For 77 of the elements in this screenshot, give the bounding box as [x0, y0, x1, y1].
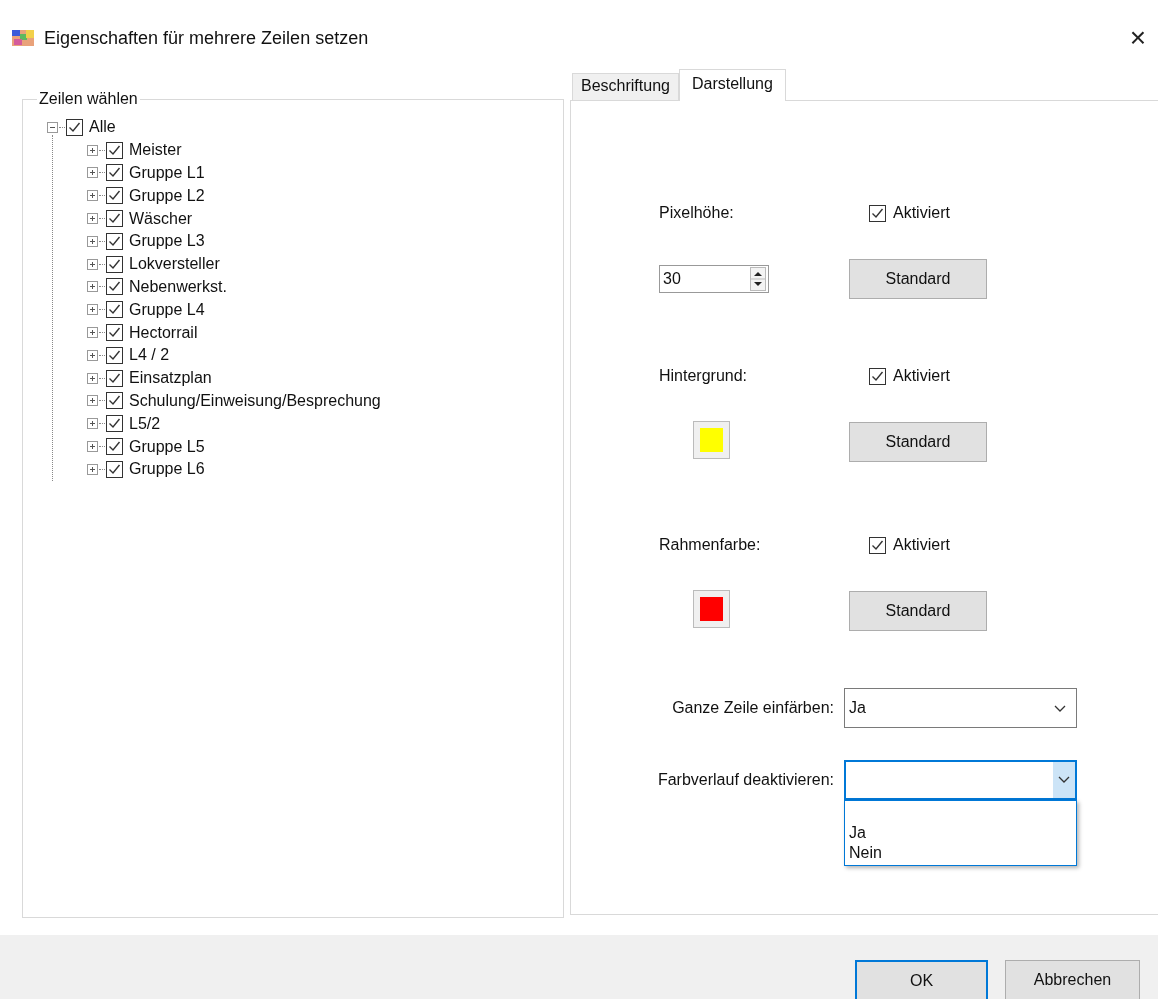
expand-icon[interactable]	[87, 235, 98, 247]
spinner-arrows-icon[interactable]	[750, 267, 766, 291]
checkbox[interactable]	[106, 187, 123, 205]
tab[interactable]: Darstellung	[678, 69, 786, 101]
expand-icon[interactable]	[87, 304, 98, 316]
checkbox[interactable]	[106, 164, 123, 182]
tree-item[interactable]: Gruppe L4	[129, 300, 205, 319]
close-button[interactable]: ×	[1129, 24, 1146, 52]
color-swatch[interactable]	[693, 590, 730, 628]
combo-label: Ganze Zeile einfärben:	[671, 699, 834, 717]
checkbox[interactable]	[106, 141, 123, 159]
checkbox[interactable]	[869, 367, 886, 385]
color-swatch[interactable]	[693, 421, 730, 459]
checkbox[interactable]	[106, 255, 123, 273]
expand-icon[interactable]	[87, 463, 98, 475]
checkbox[interactable]	[106, 346, 123, 364]
tree-item[interactable]: Nebenwerkst.	[129, 277, 227, 296]
checkbox[interactable]	[869, 204, 886, 222]
collapse-icon[interactable]	[47, 121, 58, 133]
tree-item[interactable]: Wäscher	[129, 209, 193, 228]
checkbox[interactable]	[106, 324, 123, 342]
standard-button[interactable]: Standard	[849, 259, 987, 299]
expand-icon[interactable]	[87, 327, 98, 339]
standard-button[interactable]: Standard	[849, 591, 987, 631]
tree-item[interactable]: Gruppe L3	[129, 232, 205, 251]
expand-icon[interactable]	[87, 441, 98, 453]
ok-button[interactable]: OK	[855, 960, 988, 999]
checkbox-label: Aktiviert	[893, 367, 950, 385]
expand-icon[interactable]	[87, 190, 98, 202]
group-title: Zeilen wählen	[38, 90, 139, 108]
checkbox[interactable]	[869, 536, 886, 554]
checkbox[interactable]	[106, 392, 123, 410]
tree-item[interactable]: Gruppe L2	[129, 186, 205, 205]
dropdown-option[interactable]: Nein	[849, 843, 1076, 863]
app-icon	[12, 30, 34, 46]
checkbox-label: Aktiviert	[893, 536, 950, 554]
tree-item[interactable]: Lokversteller	[129, 255, 220, 274]
expand-icon[interactable]	[87, 418, 98, 430]
tree-item[interactable]: Hectorrail	[129, 323, 198, 342]
setting-label: Hintergrund:	[659, 367, 749, 385]
window-title: Eigenschaften für mehrere Zeilen setzen	[44, 27, 370, 49]
checkbox[interactable]	[66, 118, 83, 136]
expand-icon[interactable]	[87, 372, 98, 384]
tab[interactable]: Beschriftung	[572, 73, 679, 100]
setting-label: Pixelhöhe:	[659, 204, 735, 222]
tree-item[interactable]: Einsatzplan	[129, 369, 212, 388]
checkbox[interactable]	[106, 415, 123, 433]
tree-item[interactable]: Meister	[129, 141, 182, 160]
number-spinner[interactable]: 30	[659, 265, 769, 293]
standard-button[interactable]: Standard	[849, 422, 987, 462]
checkbox[interactable]	[106, 438, 123, 456]
expand-icon[interactable]	[87, 395, 98, 407]
setting-label: Rahmenfarbe:	[659, 536, 762, 554]
combo-label: Farbverlauf deaktivieren:	[656, 771, 834, 789]
expand-icon[interactable]	[87, 213, 98, 225]
cancel-button[interactable]: Abbrechen	[1005, 960, 1140, 999]
expand-icon[interactable]	[87, 349, 98, 361]
tree-item[interactable]: L5/2	[129, 414, 161, 433]
dropdown[interactable]: Ja	[844, 688, 1077, 728]
tree-item[interactable]: Gruppe L1	[129, 164, 205, 182]
checkbox[interactable]	[106, 460, 123, 478]
checkbox[interactable]	[106, 301, 123, 319]
tree-item[interactable]: Alle	[89, 118, 116, 137]
expand-icon[interactable]	[87, 167, 98, 179]
dropdown-option[interactable]: Ja	[849, 823, 1076, 843]
expand-icon[interactable]	[87, 258, 98, 270]
tree-item[interactable]: Gruppe L5	[129, 437, 205, 456]
checkbox[interactable]	[106, 232, 123, 250]
checkbox[interactable]	[106, 210, 123, 228]
checkbox[interactable]	[106, 278, 123, 296]
expand-icon[interactable]	[87, 281, 98, 293]
tree-item[interactable]: Gruppe L6	[129, 460, 205, 479]
checkbox-label: Aktiviert	[893, 204, 950, 222]
tree-item[interactable]: L4 / 2	[129, 346, 170, 365]
checkbox[interactable]	[106, 369, 123, 387]
expand-icon[interactable]	[87, 144, 98, 156]
tree-item[interactable]: Schulung/Einweisung/Besprechung	[129, 391, 381, 410]
